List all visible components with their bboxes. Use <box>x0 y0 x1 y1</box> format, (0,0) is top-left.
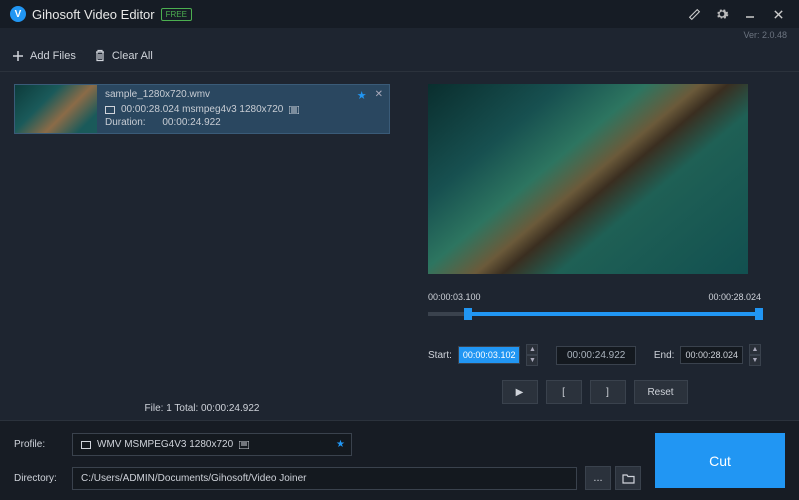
time-edit-row: Start: 00:00:03.102 ▲ ▼ 00:00:24.922 End… <box>428 344 761 366</box>
remove-file-icon[interactable]: ✕ <box>375 89 383 102</box>
toolbar: Add Files Clear All <box>0 40 799 72</box>
profile-favorite-icon[interactable]: ★ <box>336 439 345 450</box>
directory-label: Directory: <box>14 473 64 484</box>
content-area: sample_1280x720.wmv 00:00:28.024 msmpeg4… <box>0 72 799 420</box>
mark-out-button[interactable]: ] <box>590 380 626 404</box>
end-up-button[interactable]: ▲ <box>749 344 761 355</box>
film-icon <box>81 441 91 449</box>
duration-value: 00:00:24.922 <box>162 117 220 128</box>
minimize-icon[interactable] <box>743 7 757 21</box>
version-label: Ver: 2.0.48 <box>0 28 799 40</box>
file-codec: 00:00:28.024 msmpeg4v3 1280x720 <box>121 104 283 115</box>
titlebar: V Gihosoft Video Editor FREE <box>0 0 799 28</box>
settings-icon[interactable] <box>715 7 729 21</box>
edit-icon[interactable] <box>687 7 701 21</box>
profile-value: WMV MSMPEG4V3 1280x720 <box>97 439 233 450</box>
file-name: sample_1280x720.wmv <box>105 89 381 100</box>
reset-button[interactable]: Reset <box>634 380 688 404</box>
file-list-panel: sample_1280x720.wmv 00:00:28.024 msmpeg4… <box>0 72 400 420</box>
start-up-button[interactable]: ▲ <box>526 344 538 355</box>
timeline-end-label: 00:00:28.024 <box>708 292 761 302</box>
file-item[interactable]: sample_1280x720.wmv 00:00:28.024 msmpeg4… <box>14 84 390 134</box>
timeline-end-handle[interactable] <box>755 308 763 320</box>
app-logo: V <box>10 6 26 22</box>
track-icon <box>289 106 299 114</box>
file-info: sample_1280x720.wmv 00:00:28.024 msmpeg4… <box>97 85 389 133</box>
duration-label: Duration: <box>105 117 146 128</box>
timeline: 00:00:03.100 00:00:28.024 <box>428 292 761 324</box>
open-folder-button[interactable] <box>615 466 641 490</box>
clear-all-label: Clear All <box>112 50 153 62</box>
start-down-button[interactable]: ▼ <box>526 355 538 366</box>
film-icon <box>105 106 115 114</box>
start-time-input[interactable]: 00:00:03.102 <box>458 346 521 364</box>
profile-label: Profile: <box>14 439 64 450</box>
video-preview[interactable] <box>428 84 748 274</box>
add-files-label: Add Files <box>30 50 76 62</box>
start-label: Start: <box>428 350 452 361</box>
clear-all-button[interactable]: Clear All <box>94 49 153 62</box>
free-badge: FREE <box>161 8 192 21</box>
file-thumbnail <box>15 85 97 133</box>
end-time-input[interactable]: 00:00:28.024 <box>680 346 743 364</box>
playback-controls: ▶ [ ] Reset <box>418 380 771 404</box>
end-label: End: <box>654 350 675 361</box>
cut-button[interactable]: Cut <box>655 433 785 488</box>
totals-label: File: 1 Total: 00:00:24.922 <box>14 395 390 414</box>
preview-panel: 00:00:03.100 00:00:28.024 Start: 00:00:0… <box>400 72 799 420</box>
close-icon[interactable] <box>771 7 785 21</box>
end-spinner: ▲ ▼ <box>749 344 761 366</box>
add-files-button[interactable]: Add Files <box>12 50 76 62</box>
browse-button[interactable]: ... <box>585 466 611 490</box>
duration-display: 00:00:24.922 <box>556 346 636 365</box>
start-spinner: ▲ ▼ <box>526 344 538 366</box>
mark-in-button[interactable]: [ <box>546 380 582 404</box>
bottom-bar: Profile: WMV MSMPEG4V3 1280x720 ★ Direct… <box>0 420 799 500</box>
timeline-start-label: 00:00:03.100 <box>428 292 481 302</box>
track-icon <box>239 441 249 449</box>
app-title: Gihosoft Video Editor <box>32 7 155 22</box>
profile-select[interactable]: WMV MSMPEG4V3 1280x720 ★ <box>72 433 352 456</box>
timeline-track[interactable] <box>428 306 761 324</box>
timeline-start-handle[interactable] <box>464 308 472 320</box>
play-button[interactable]: ▶ <box>502 380 538 404</box>
favorite-icon[interactable]: ★ <box>357 89 367 102</box>
end-down-button[interactable]: ▼ <box>749 355 761 366</box>
directory-input[interactable]: C:/Users/ADMIN/Documents/Gihosoft/Video … <box>72 467 577 490</box>
